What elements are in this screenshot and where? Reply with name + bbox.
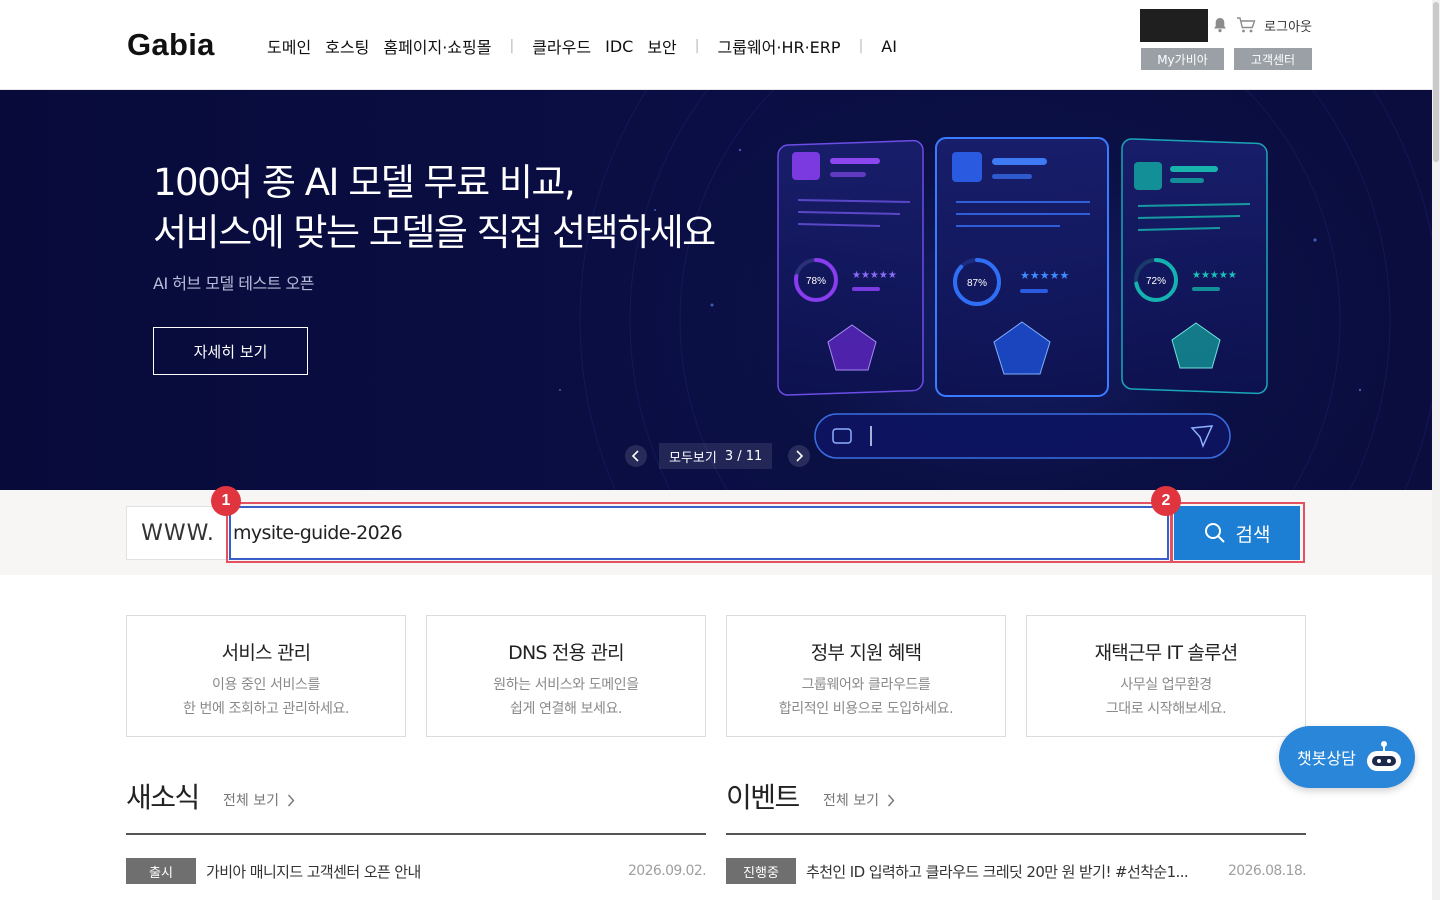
- hero-subtitle: AI 허브 모델 테스트 오픈: [153, 274, 315, 293]
- svg-text:★★★★★: ★★★★★: [852, 270, 897, 281]
- masked-user-name: [1140, 8, 1209, 42]
- card-desc: 원하는 서비스와 도메인을: [493, 677, 639, 693]
- pager-next-button[interactable]: [788, 445, 811, 467]
- hero-title-line: 100여 종 AI 모델 무료 비교,: [153, 161, 576, 204]
- banner-pager: 모두보기 3 / 11: [625, 443, 811, 469]
- model-percent: 87%: [967, 278, 987, 289]
- svg-text:★★★★★: ★★★★★: [1192, 270, 1237, 281]
- hero-detail-button[interactable]: 자세히 보기: [153, 327, 308, 375]
- service-card-management[interactable]: 서비스 관리 이용 중인 서비스를한 번에 조회하고 관리하세요.: [126, 615, 406, 737]
- robot-icon: [1366, 741, 1401, 771]
- utility-buttons: My가비아 고객센터: [1141, 48, 1312, 70]
- card-desc: 그대로 시작해보세요.: [1105, 701, 1227, 717]
- nav-ai[interactable]: AI: [881, 37, 897, 56]
- view-all-label: 전체 보기: [823, 793, 879, 809]
- bell-icon[interactable]: [1210, 15, 1230, 35]
- pager-count: 3 / 11: [724, 448, 763, 464]
- domain-search-button[interactable]: 검색: [1174, 506, 1300, 560]
- nav-domain[interactable]: 도메인: [267, 34, 311, 58]
- model-card: 72% ★★★★★: [1121, 138, 1268, 395]
- nav-divider: |: [694, 38, 700, 54]
- card-desc: 합리적인 비용으로 도입하세요.: [778, 701, 954, 717]
- hero-ai-model-illustration: 78% ★★★★★ 87% ★★★★★ 72% ★★★★★: [777, 137, 1268, 459]
- chatbot-label: 챗봇상담: [1297, 749, 1356, 768]
- hero-title-line: 서비스에 맞는 모델을 직접 선택하세요: [153, 211, 716, 254]
- nav-homepage-shop[interactable]: 홈페이지·쇼핑몰: [383, 34, 491, 58]
- cart-icon[interactable]: [1236, 15, 1256, 35]
- nav-divider: |: [509, 38, 515, 54]
- events-section-title: 이벤트: [726, 781, 800, 814]
- nav-groupware-hr-erp[interactable]: 그룹웨어·HR·ERP: [717, 34, 840, 58]
- page-scrollbar[interactable]: [1432, 0, 1440, 900]
- model-card: 87% ★★★★★: [935, 137, 1109, 397]
- events-divider: [726, 833, 1306, 835]
- model-percent: 78%: [806, 276, 826, 287]
- my-gabia-button[interactable]: My가비아: [1141, 48, 1224, 70]
- hero-banner: 100여 종 AI 모델 무료 비교, 서비스에 맞는 모델을 직접 선택하세요…: [0, 90, 1432, 490]
- search-button-label: 검색: [1235, 523, 1271, 546]
- news-date: 2026.09.02.: [627, 863, 707, 879]
- pager-prev-button[interactable]: [625, 445, 647, 467]
- customer-center-button[interactable]: 고객센터: [1234, 48, 1312, 70]
- event-title: 추천인 ID 입력하고 클라우드 크레딧 20만 원 받기! #선착순1...: [806, 862, 1189, 881]
- event-list-item[interactable]: 진행중 추천인 ID 입력하고 클라우드 크레딧 20만 원 받기! #선착순1…: [726, 857, 1307, 885]
- nav-divider: |: [858, 38, 864, 54]
- card-desc: 사무실 업무환경: [1120, 677, 1212, 693]
- svg-text:★★★★★: ★★★★★: [1020, 269, 1069, 282]
- prompt-bar: [814, 413, 1231, 459]
- card-title: 재택근무 IT 솔루션: [1094, 642, 1239, 664]
- chevron-right-icon: [887, 794, 895, 806]
- step-marker-1: 1: [211, 486, 241, 516]
- utility-bar: 로그아웃: [1140, 8, 1312, 42]
- search-icon: [1204, 523, 1225, 543]
- card-desc: 이용 중인 서비스를: [212, 677, 320, 693]
- chevron-left-icon: [631, 450, 639, 462]
- service-card-gov-support[interactable]: 정부 지원 혜택 그룹웨어와 클라우드를합리적인 비용으로 도입하세요.: [726, 615, 1006, 737]
- card-title: 정부 지원 혜택: [810, 642, 922, 664]
- service-card-remote-work[interactable]: 재택근무 IT 솔루션 사무실 업무환경그대로 시작해보세요.: [1026, 615, 1306, 737]
- model-percent: 72%: [1146, 276, 1166, 287]
- step-marker-2: 2: [1151, 486, 1181, 516]
- card-title: 서비스 관리: [221, 642, 311, 664]
- top-header: Gabia 도메인 호스팅 홈페이지·쇼핑몰 | 클라우드 IDC 보안 | 그…: [0, 0, 1440, 90]
- pager-view-all-label: 모두보기: [669, 450, 717, 466]
- card-title: DNS 전용 관리: [508, 642, 625, 664]
- news-view-all-link[interactable]: 전체 보기: [223, 790, 295, 810]
- scrollbar-thumb[interactable]: [1433, 2, 1439, 162]
- model-card: 78% ★★★★★: [777, 139, 924, 396]
- event-date: 2026.08.18.: [1227, 863, 1307, 879]
- news-list-item[interactable]: 출시 가비아 매니지드 고객센터 오픈 안내 2026.09.02.: [126, 857, 707, 885]
- news-divider: [126, 833, 706, 835]
- card-desc: 쉽게 연결해 보세요.: [510, 701, 622, 717]
- main-nav: 도메인 호스팅 홈페이지·쇼핑몰 | 클라우드 IDC 보안 | 그룹웨어·HR…: [267, 34, 911, 58]
- logout-link[interactable]: 로그아웃: [1264, 16, 1312, 35]
- nav-hosting[interactable]: 호스팅: [325, 34, 369, 58]
- news-title: 가비아 매니지드 고객센터 오픈 안내: [206, 862, 421, 881]
- event-badge: 진행중: [726, 858, 796, 884]
- chatbot-button[interactable]: 챗봇상담: [1279, 726, 1415, 788]
- pager-view-all[interactable]: 모두보기 3 / 11: [659, 443, 773, 469]
- service-card-dns[interactable]: DNS 전용 관리 원하는 서비스와 도메인을쉽게 연결해 보세요.: [426, 615, 706, 737]
- domain-search-input[interactable]: mysite-guide-2026: [229, 506, 1169, 560]
- card-desc: 한 번에 조회하고 관리하세요.: [183, 701, 349, 717]
- www-prefix: WWW.: [126, 506, 229, 560]
- gabia-logo[interactable]: Gabia: [127, 27, 215, 63]
- nav-security[interactable]: 보안: [647, 34, 676, 58]
- nav-idc[interactable]: IDC: [605, 37, 633, 56]
- view-all-label: 전체 보기: [223, 793, 279, 809]
- nav-cloud[interactable]: 클라우드: [532, 34, 591, 58]
- hero-title: 100여 종 AI 모델 무료 비교, 서비스에 맞는 모델을 직접 선택하세요: [153, 158, 716, 258]
- card-desc: 그룹웨어와 클라우드를: [801, 677, 931, 693]
- news-section-title: 새소식: [126, 781, 200, 814]
- news-badge: 출시: [126, 858, 196, 884]
- chevron-right-icon: [796, 450, 804, 462]
- events-view-all-link[interactable]: 전체 보기: [823, 790, 895, 810]
- chevron-right-icon: [287, 794, 295, 806]
